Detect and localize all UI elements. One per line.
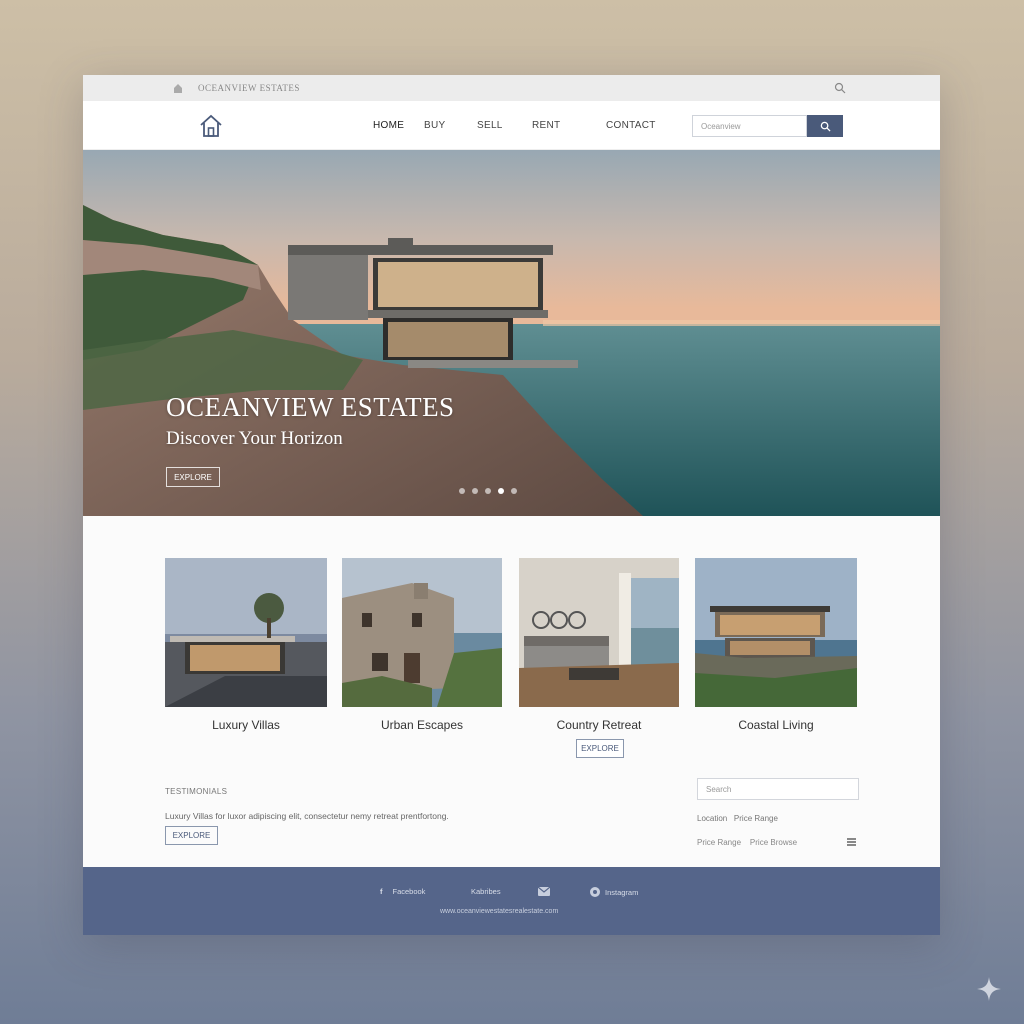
sparkle-icon bbox=[977, 977, 1001, 1001]
top-bar: OCEANVIEW ESTATES bbox=[83, 75, 940, 101]
nav-contact[interactable]: CONTACT bbox=[606, 120, 676, 131]
facebook-icon: f bbox=[380, 887, 383, 896]
urban-escapes-image bbox=[342, 558, 502, 707]
footer-social-label: Facebook bbox=[392, 887, 426, 896]
luxury-villa-image bbox=[165, 558, 327, 707]
nav-search-button[interactable] bbox=[807, 115, 843, 137]
web-page: OCEANVIEW ESTATES HOME BUY SELL RENT CON… bbox=[83, 75, 940, 935]
testimonials-text: Luxury Villas for luxor adipiscing elit,… bbox=[165, 811, 449, 821]
list-icon[interactable] bbox=[847, 837, 856, 846]
footer-instagram[interactable]: Instagram bbox=[590, 887, 638, 897]
nav-buy[interactable]: BUY bbox=[424, 120, 477, 131]
category-label: Luxury Villas bbox=[212, 718, 280, 732]
mail-icon bbox=[538, 887, 550, 896]
nav-search-placeholder: Oceanview bbox=[701, 122, 741, 131]
main-nav: HOME BUY SELL RENT CONTACT Oceanview bbox=[83, 101, 940, 150]
search-icon[interactable] bbox=[834, 82, 846, 94]
category-card[interactable]: Country Retreat bbox=[519, 558, 679, 732]
footer-social-label: Instagram bbox=[605, 887, 639, 897]
filter-price-range[interactable]: Price Range Price Browse bbox=[697, 838, 797, 847]
house-logo-icon[interactable] bbox=[199, 114, 223, 138]
coastal-living-image bbox=[695, 558, 857, 707]
sidebar-search-input[interactable]: Search bbox=[697, 778, 859, 800]
footer-mail[interactable] bbox=[538, 887, 550, 896]
filter-location[interactable]: Location Price Range bbox=[697, 814, 778, 823]
home-icon[interactable] bbox=[172, 82, 184, 94]
testimonials-heading: TESTIMONIALS bbox=[165, 787, 228, 796]
categories-explore-button[interactable]: EXPLORE bbox=[576, 739, 624, 758]
country-retreat-image bbox=[519, 558, 679, 707]
hero-image bbox=[83, 150, 940, 516]
testimonials-explore-button[interactable]: EXPLORE bbox=[165, 826, 218, 845]
carousel-dot[interactable] bbox=[459, 488, 465, 494]
search-icon bbox=[820, 121, 831, 132]
carousel-dot[interactable] bbox=[472, 488, 478, 494]
nav-rent[interactable]: RENT bbox=[532, 120, 606, 131]
carousel-dots bbox=[459, 488, 517, 494]
nav-links: HOME BUY SELL RENT CONTACT bbox=[373, 120, 676, 131]
footer-url[interactable]: www.oceanviewestatesrealestate.com bbox=[440, 908, 558, 915]
top-bar-brand: OCEANVIEW ESTATES bbox=[198, 83, 300, 93]
nav-search-input[interactable]: Oceanview bbox=[692, 115, 807, 137]
hero-explore-button[interactable]: EXPLORE bbox=[166, 467, 220, 487]
hero-title: OCEANVIEW ESTATES bbox=[166, 392, 455, 422]
footer-social-link[interactable]: Kabribes bbox=[471, 887, 501, 896]
hero-banner: OCEANVIEW ESTATES Discover Your Horizon … bbox=[83, 150, 940, 516]
nav-sell[interactable]: SELL bbox=[477, 120, 532, 131]
category-card[interactable]: Coastal Living bbox=[695, 558, 857, 732]
carousel-dot[interactable] bbox=[485, 488, 491, 494]
footer-facebook[interactable]: f Facebook bbox=[380, 887, 425, 896]
carousel-dot-active[interactable] bbox=[498, 488, 504, 494]
footer-social-label: Kabribes bbox=[471, 887, 501, 896]
category-label: Country Retreat bbox=[556, 718, 642, 732]
category-card[interactable]: Luxury Villas bbox=[165, 558, 327, 732]
carousel-dot[interactable] bbox=[511, 488, 517, 494]
nav-home[interactable]: HOME bbox=[373, 120, 424, 131]
site-footer: f Facebook Kabribes Instagram www.oceanv… bbox=[83, 867, 940, 935]
hero-subtitle: Discover Your Horizon bbox=[166, 428, 343, 449]
sidebar-search-placeholder: Search bbox=[706, 785, 732, 794]
category-card[interactable]: Urban Escapes bbox=[342, 558, 502, 732]
category-label: Urban Escapes bbox=[380, 718, 464, 732]
instagram-icon bbox=[590, 887, 600, 897]
property-categories: Luxury Villas Urban Escapes Country Retr… bbox=[165, 558, 872, 732]
category-label: Coastal Living bbox=[738, 718, 814, 732]
